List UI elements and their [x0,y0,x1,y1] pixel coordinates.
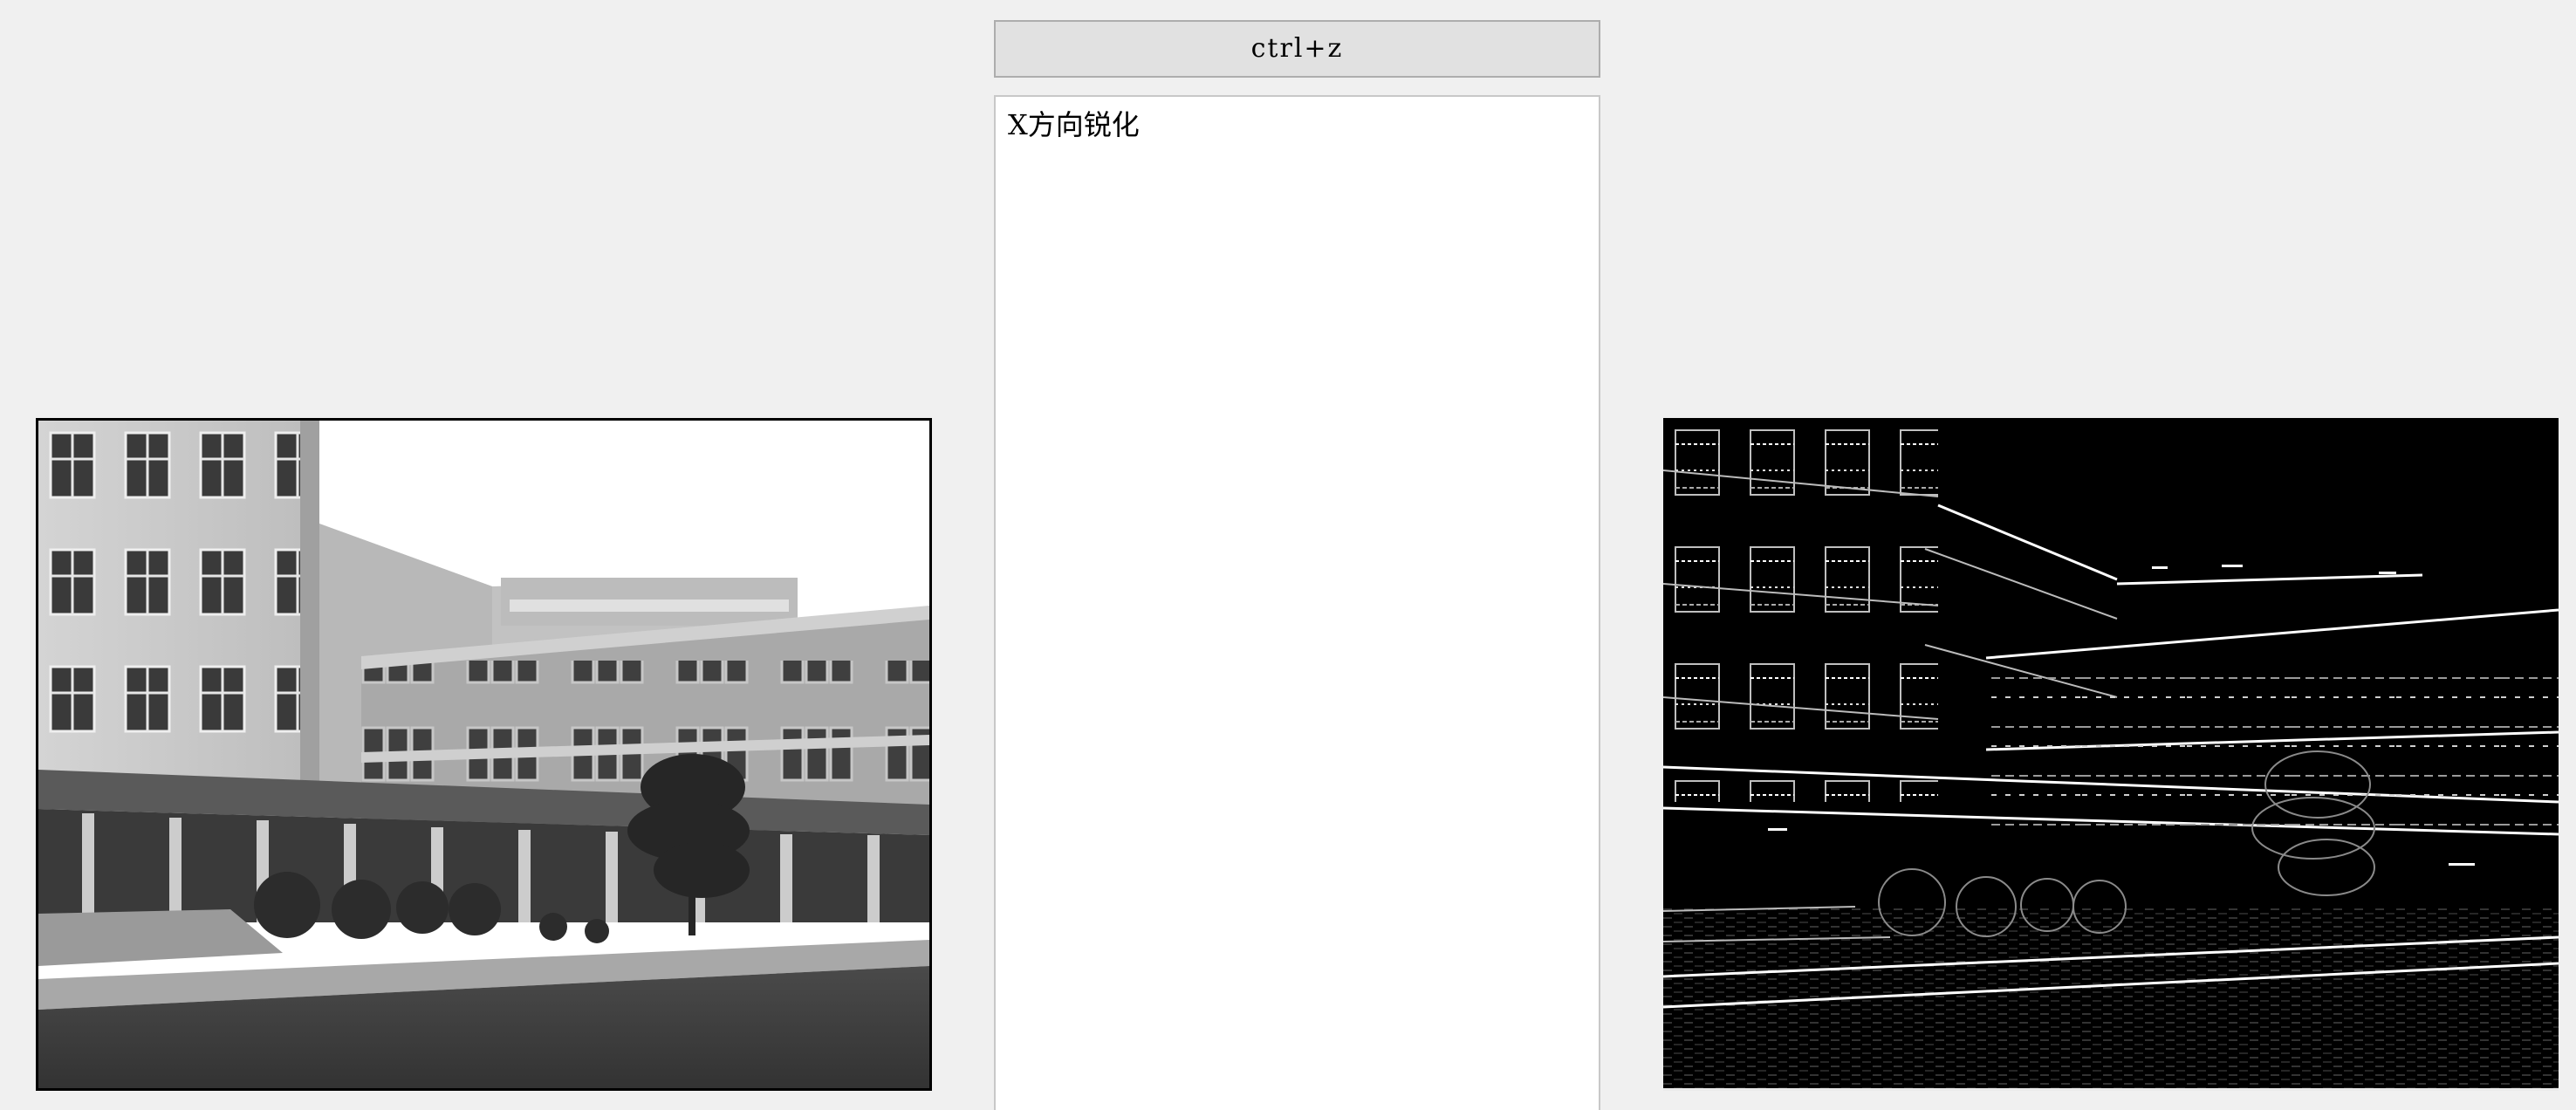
original-image-canvas [38,421,929,1088]
sharpened-image-canvas [1663,418,2559,1088]
history-list[interactable]: X方向锐化 [994,95,1600,1110]
history-item-x-sharpen[interactable]: X方向锐化 [1008,107,1586,142]
original-image [36,418,932,1091]
undo-button[interactable]: ctrl+z [994,20,1600,78]
sharpened-image [1663,418,2559,1091]
app-window: ctrl+z X方向锐化 [0,0,2576,1110]
